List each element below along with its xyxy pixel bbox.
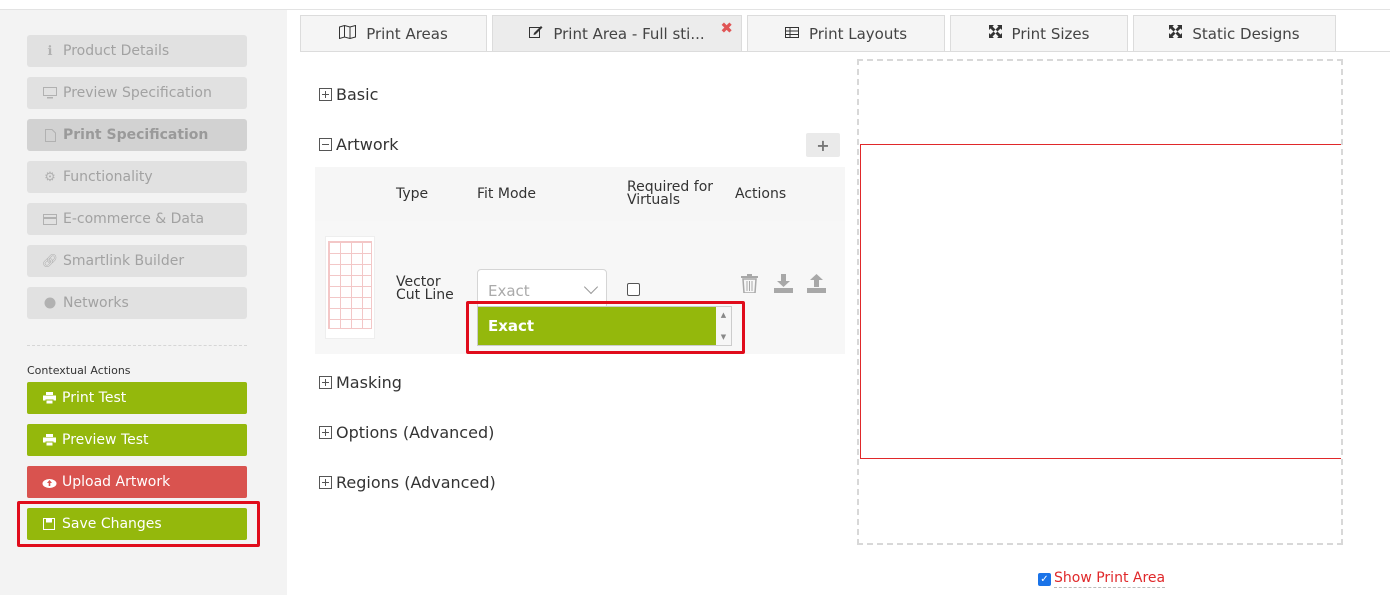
globe-icon: [41, 297, 59, 309]
expand-icon: [319, 426, 332, 439]
print-test-button[interactable]: Print Test: [27, 382, 247, 414]
tab-print-area-full[interactable]: Print Area - Full sti... ✖: [492, 15, 742, 52]
section-artwork-label: Artwork: [336, 135, 399, 154]
preview-test-label: Preview Test: [62, 432, 149, 448]
monitor-icon: [41, 87, 59, 99]
printer-icon: [41, 434, 57, 446]
nav-networks[interactable]: Networks: [27, 287, 247, 319]
show-print-area-label: Show Print Area: [1054, 570, 1166, 588]
download-icon[interactable]: [774, 274, 793, 298]
nav-functionality[interactable]: ⚙ Functionality: [27, 161, 247, 193]
top-bar: [0, 0, 1390, 10]
nav-label: Preview Specification: [63, 85, 212, 101]
chevron-down-icon: [583, 279, 599, 295]
tab-print-layouts[interactable]: Print Layouts: [747, 15, 945, 52]
show-print-area-toggle[interactable]: ✓ Show Print Area: [1038, 570, 1166, 588]
nav-label: Functionality: [63, 169, 153, 185]
sidebar-divider: [27, 345, 247, 346]
header-required-line2: Virtuals: [627, 192, 681, 208]
nav-preview-specification[interactable]: Preview Specification: [27, 77, 247, 109]
type-line2: Cut Line: [396, 287, 454, 303]
collapse-icon: [319, 138, 332, 151]
fit-mode-value: Exact: [488, 282, 530, 300]
cloud-upload-icon: [41, 477, 57, 488]
tab-label: Static Designs: [1192, 24, 1300, 43]
header-fit-mode: Fit Mode: [477, 186, 537, 202]
tab-label: Print Layouts: [808, 24, 908, 43]
nav-label: Networks: [63, 295, 129, 311]
close-tab-icon[interactable]: ✖: [720, 19, 733, 37]
expand-icon: [988, 25, 1002, 42]
trash-icon[interactable]: [741, 274, 758, 298]
contextual-actions-label: Contextual Actions: [27, 364, 131, 377]
nav-print-specification[interactable]: Print Specification: [27, 119, 247, 151]
preview-test-button[interactable]: Preview Test: [27, 424, 247, 456]
expand-icon: [319, 476, 332, 489]
expand-icon: [319, 88, 332, 101]
artwork-thumbnail[interactable]: [325, 236, 375, 339]
tab-divider: [300, 51, 1390, 52]
dropdown-highlight: [466, 301, 745, 354]
print-test-label: Print Test: [62, 390, 127, 406]
header-type: Type: [396, 186, 429, 202]
printer-icon: [41, 392, 57, 404]
link-icon: 🔗︎: [41, 253, 59, 269]
show-print-area-checkbox[interactable]: ✓: [1038, 572, 1051, 586]
header-actions: Actions: [735, 186, 787, 202]
info-icon: ℹ: [47, 43, 53, 59]
tab-print-areas[interactable]: Print Areas: [300, 15, 487, 52]
tab-label: Print Sizes: [1011, 24, 1090, 43]
tab-label: Print Area - Full sti...: [553, 24, 705, 43]
add-artwork-button[interactable]: +: [806, 133, 840, 157]
tab-label: Print Areas: [366, 24, 448, 43]
section-options-label: Options (Advanced): [336, 423, 495, 442]
print-area-rectangle[interactable]: [860, 144, 1341, 459]
upload-artwork-label: Upload Artwork: [62, 474, 171, 490]
expand-icon: [1169, 25, 1183, 42]
nav-label: Print Specification: [63, 127, 209, 143]
edit-icon: [529, 25, 543, 42]
table-icon: [784, 26, 799, 42]
section-masking[interactable]: Masking: [319, 373, 402, 392]
save-changes-highlight: [17, 501, 260, 547]
artwork-table-header: Type Fit Mode Required for Virtuals Acti…: [315, 167, 845, 221]
section-basic[interactable]: Basic: [319, 85, 378, 104]
section-options-advanced[interactable]: Options (Advanced): [319, 423, 494, 442]
credit-card-icon: [41, 213, 59, 225]
nav-ecommerce-data[interactable]: E-commerce & Data: [27, 203, 247, 235]
map-icon: [339, 24, 357, 43]
section-regions-advanced[interactable]: Regions (Advanced): [319, 473, 496, 492]
section-regions-label: Regions (Advanced): [336, 473, 496, 492]
thumbnail-grid: [328, 241, 372, 329]
tab-static-designs[interactable]: Static Designs: [1133, 15, 1336, 52]
gears-icon: ⚙: [44, 169, 56, 185]
nav-label: E-commerce & Data: [63, 211, 205, 227]
section-basic-label: Basic: [336, 85, 379, 104]
tab-print-sizes[interactable]: Print Sizes: [950, 15, 1128, 52]
section-artwork[interactable]: Artwork: [319, 135, 399, 154]
section-masking-label: Masking: [336, 373, 402, 392]
nav-smartlink-builder[interactable]: 🔗︎ Smartlink Builder: [27, 245, 247, 277]
nav-product-details[interactable]: ℹ Product Details: [27, 35, 247, 67]
nav-label: Smartlink Builder: [63, 253, 185, 269]
required-for-virtuals-checkbox[interactable]: [627, 283, 640, 296]
nav-label: Product Details: [63, 43, 170, 59]
upload-artwork-button[interactable]: Upload Artwork: [27, 466, 247, 498]
pdf-icon: [41, 128, 59, 142]
expand-icon: [319, 376, 332, 389]
upload-icon[interactable]: [807, 274, 826, 298]
